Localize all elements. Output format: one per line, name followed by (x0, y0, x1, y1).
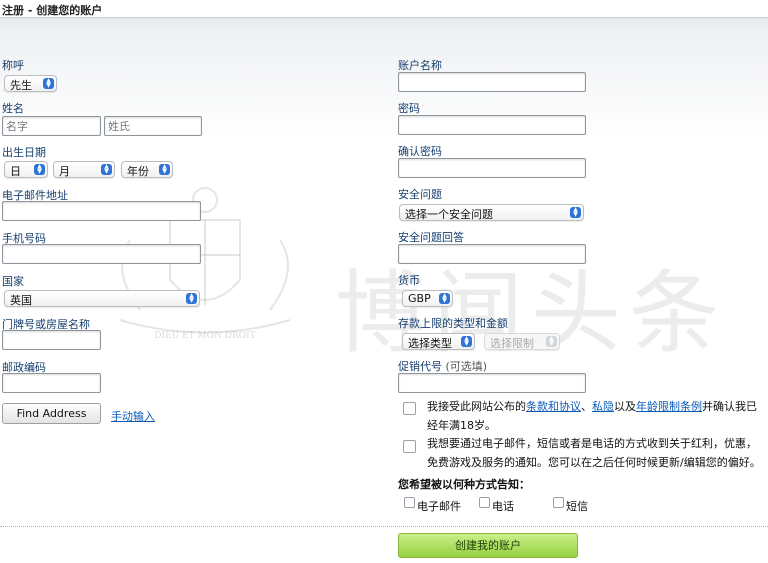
select-arrow-icon: ▲ ▼ (461, 336, 472, 347)
notify-sms-checkbox[interactable] (553, 497, 564, 508)
terms-sep: 、 (581, 400, 592, 413)
notify-phone-label: 电话 (492, 500, 514, 513)
account-name-field[interactable] (398, 72, 586, 92)
notify-sms-label: 短信 (566, 500, 588, 513)
marketing-checkbox[interactable] (403, 440, 416, 453)
dob-year-value: 年份 (127, 165, 149, 178)
terms-mid: 以及 (614, 400, 636, 413)
deposit-limit-select[interactable]: 选择限制 ▲ ▼ (484, 333, 560, 350)
terms-link[interactable]: 条款和协议 (526, 400, 581, 413)
postcode-field[interactable] (2, 373, 101, 393)
select-arrow-icon: ▲ ▼ (546, 336, 557, 347)
select-arrow-icon: ▲ ▼ (186, 293, 197, 304)
currency-label: 货币 (398, 274, 420, 287)
confirm-password-field[interactable] (398, 158, 586, 178)
password-field[interactable] (398, 115, 586, 135)
terms-line2: 经年满18岁。 (427, 419, 496, 432)
find-address-button[interactable]: Find Address (2, 403, 101, 424)
notify-email-label: 电子邮件 (417, 500, 461, 513)
crest-motto: DIEU ET MON DROIT (154, 331, 255, 341)
select-arrow-icon: ▲ ▼ (570, 207, 581, 218)
country-select[interactable]: 英国 ▲ ▼ (4, 290, 200, 307)
name-label: 姓名 (2, 102, 24, 115)
security-question-label: 安全问题 (398, 188, 442, 201)
password-label: 密码 (398, 102, 420, 115)
security-answer-field[interactable] (398, 244, 586, 264)
currency-select[interactable]: GBP ▲ ▼ (402, 290, 453, 307)
terms-checkbox[interactable] (403, 402, 416, 415)
select-arrow-icon: ▲ ▼ (34, 164, 45, 175)
divider (0, 526, 768, 527)
select-arrow-icon: ▲ ▼ (43, 78, 54, 89)
notify-email-checkbox[interactable] (404, 497, 415, 508)
last-name-input[interactable] (104, 116, 202, 136)
dob-day-select[interactable]: 日 ▲ ▼ (4, 161, 48, 178)
promo-label: 促销代号 (可选填) (398, 358, 487, 374)
age-limit-link[interactable]: 年龄限制条例 (636, 400, 702, 413)
notify-phone-checkbox[interactable] (479, 497, 490, 508)
confirm-password-label: 确认密码 (398, 145, 442, 158)
dob-day-value: 日 (10, 165, 21, 178)
currency-value: GBP (408, 292, 431, 305)
dob-year-select[interactable]: 年份 ▲ ▼ (121, 161, 173, 178)
dob-month-select[interactable]: 月 ▲ ▼ (53, 161, 115, 178)
notify-title: 您希望被以何种方式告知： (398, 478, 530, 491)
terms-suffix: 并确认我已 (702, 400, 757, 413)
deposit-type-value: 选择类型 (408, 337, 452, 350)
security-question-select[interactable]: 选择一个安全问题 ▲ ▼ (399, 204, 584, 221)
deposit-limit-value: 选择限制 (490, 337, 534, 350)
promo-label-text: 促销代号 (398, 360, 442, 373)
deposit-limit-label: 存款上限的类型和金额 (398, 317, 508, 330)
security-question-value: 选择一个安全问题 (405, 208, 493, 221)
email-field[interactable] (2, 201, 201, 221)
mobile-field[interactable] (2, 244, 201, 264)
salutation-label: 称呼 (2, 59, 24, 72)
marketing-line1: 我想要通过电子邮件，短信或者是电话的方式收到关于红利，优惠， (427, 437, 757, 450)
promo-field[interactable] (398, 373, 586, 393)
salutation-value: 先生 (10, 79, 32, 92)
deposit-type-select[interactable]: 选择类型 ▲ ▼ (402, 333, 475, 350)
select-arrow-icon: ▲ ▼ (101, 164, 112, 175)
country-label: 国家 (2, 275, 24, 288)
terms-text: 我接受此网站公布的条款和协议、私隐以及年龄限制条例并确认我已 经年满18岁。 (427, 397, 762, 435)
first-name-input[interactable] (2, 116, 101, 136)
select-arrow-icon: ▲ ▼ (439, 293, 450, 304)
country-value: 英国 (10, 294, 32, 307)
house-field[interactable] (2, 330, 101, 350)
security-answer-label: 安全问题回答 (398, 231, 464, 244)
window-title: 注册 - 创建您的账户 (0, 0, 768, 18)
privacy-link[interactable]: 私隐 (592, 400, 614, 413)
marketing-line2: 免费游戏及服务的通知。您可以在之后任何时候更新/编辑您的偏好。 (427, 456, 761, 469)
marketing-text: 我想要通过电子邮件，短信或者是电话的方式收到关于红利，优惠， 免费游戏及服务的通… (427, 434, 767, 472)
salutation-select[interactable]: 先生 ▲ ▼ (4, 75, 57, 92)
promo-hint: (可选填) (445, 360, 488, 373)
terms-prefix: 我接受此网站公布的 (427, 400, 526, 413)
dob-month-value: 月 (59, 165, 70, 178)
select-arrow-icon: ▲ ▼ (159, 164, 170, 175)
manual-entry-link[interactable]: 手动输入 (111, 408, 155, 424)
dob-label: 出生日期 (2, 146, 46, 159)
account-name-label: 账户名称 (398, 59, 442, 72)
create-account-button[interactable]: 创建我的账户 (398, 533, 578, 558)
